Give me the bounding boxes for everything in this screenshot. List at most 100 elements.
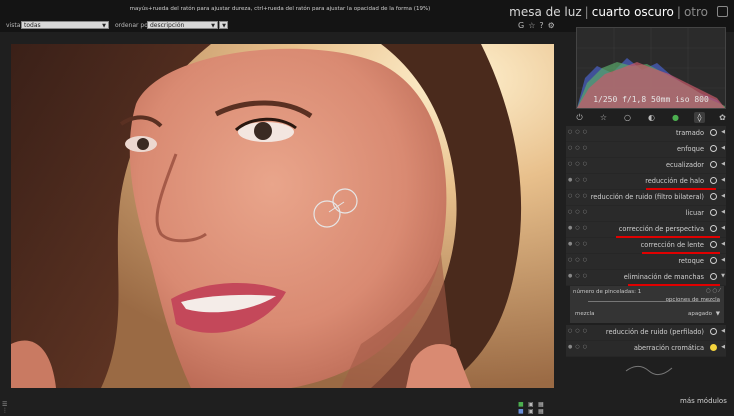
module-toggle-icons[interactable]: ○○○ — [568, 145, 590, 151]
module-row[interactable]: ○○○ reducción de ruido (filtro bilateral… — [566, 190, 726, 206]
panel-end-ornament — [625, 366, 673, 376]
help-icon[interactable]: ? — [539, 21, 547, 30]
expand-triangle-icon[interactable]: ◀ — [721, 129, 725, 135]
expand-triangle-icon[interactable]: ◀ — [721, 161, 725, 167]
chevron-down-icon[interactable]: ▼ — [716, 311, 720, 317]
highlight-underline — [646, 188, 716, 190]
view-filter-value: todas — [24, 22, 41, 29]
sort-value: descripción — [150, 22, 185, 29]
portrait-photo — [11, 44, 554, 388]
grouping-icon[interactable]: G — [518, 21, 528, 30]
settings-icon[interactable]: ✿ — [717, 112, 728, 123]
module-name: corrección de perspectiva — [618, 225, 704, 233]
spot-removal-panel: número de pinceladas: 1 ○ ○ ⁄ opciones d… — [570, 286, 724, 323]
chevron-down-icon: ▼ — [211, 23, 215, 29]
module-toggle-icons[interactable]: ●○○ — [568, 177, 590, 183]
sort-order-icon: ▼ — [222, 23, 226, 29]
blend-value[interactable]: apagado — [688, 311, 712, 317]
power-icon[interactable]: ⏻ — [574, 112, 585, 123]
module-row[interactable]: ○○○ licuar ◀ — [566, 206, 726, 222]
bottom-left-icons[interactable]: ☰ ⋮ — [2, 402, 8, 414]
module-toggle-icons[interactable]: ●○○ — [568, 273, 590, 279]
view-filter-select[interactable]: todas ▼ — [21, 21, 109, 29]
star-icon[interactable]: ☆ — [598, 112, 609, 123]
view-switcher: mesa de luz | cuarto oscuro | otro — [509, 5, 708, 19]
image-canvas[interactable] — [11, 44, 554, 388]
module-toggle-icons[interactable]: ○○○ — [568, 193, 590, 199]
chevron-down-icon: ▼ — [102, 23, 106, 29]
view-other[interactable]: otro — [684, 5, 708, 19]
module-icon — [710, 145, 717, 152]
focus-peaking-icon[interactable]: ▦ — [538, 409, 544, 415]
module-name: ecualizador — [666, 161, 704, 169]
blend-options-label[interactable]: opciones de mezcla — [666, 297, 720, 303]
histogram[interactable]: 1/250 f/1,8 50mm iso 800 — [576, 27, 726, 109]
strokes-count: número de pinceladas: 1 — [573, 289, 642, 295]
module-toggle-icons[interactable]: ●○○ — [568, 344, 590, 350]
module-row[interactable]: ●○○ aberración cromática ◀ — [566, 341, 726, 357]
expand-triangle-icon[interactable]: ◀ — [721, 257, 725, 263]
expand-triangle-icon[interactable]: ◀ — [721, 145, 725, 151]
module-name: retoque — [678, 257, 704, 265]
sort-label: ordenar por — [115, 22, 151, 29]
gamut-check-icon[interactable]: ■ — [518, 409, 524, 415]
module-icon — [710, 177, 717, 184]
expand-triangle-icon[interactable]: ◀ — [721, 328, 725, 334]
module-name: licuar — [685, 209, 704, 217]
star-overlay-icon[interactable]: ☆ — [528, 21, 539, 30]
module-toggle-icons[interactable]: ●○○ — [568, 241, 590, 247]
module-icon — [710, 225, 717, 232]
module-toggle-icons[interactable]: ○○○ — [568, 129, 590, 135]
module-toggle-icons[interactable]: ○○○ — [568, 161, 590, 167]
highlight-underline — [642, 252, 720, 254]
module-row[interactable]: ○○○ retoque ◀ — [566, 254, 726, 270]
module-toggle-icons[interactable]: ○○○ — [568, 209, 590, 215]
module-row[interactable]: ○○○ tramado ◀ — [566, 126, 726, 142]
view-separator: | — [676, 5, 681, 19]
module-icon — [710, 193, 717, 200]
panel-toggle-icon[interactable] — [717, 6, 728, 17]
module-toggle-icons[interactable]: ●○○ — [568, 225, 590, 231]
expand-triangle-icon[interactable]: ◀ — [721, 177, 725, 183]
half-circle-icon[interactable]: ◐ — [646, 112, 657, 123]
color-icon[interactable]: ● — [670, 112, 681, 123]
expand-triangle-icon[interactable]: ◀ — [721, 225, 725, 231]
expand-triangle-icon[interactable]: ▼ — [721, 273, 725, 279]
module-group-tabs: ⏻ ☆ ○ ◐ ● ◊ ✿ — [566, 110, 734, 126]
module-name: tramado — [675, 129, 704, 137]
module-toggle-icons[interactable]: ○○○ — [568, 257, 590, 263]
blend-label: mezcla — [575, 311, 595, 317]
gear-icon[interactable]: ⚙ — [548, 21, 559, 30]
view-filter-label: vista — [6, 22, 21, 29]
module-name: aberración cromática — [633, 344, 704, 352]
module-row[interactable]: ○○○ ecualizador ◀ — [566, 158, 726, 174]
module-icon — [710, 257, 717, 264]
module-toggle-icons[interactable]: ○○○ — [568, 328, 590, 334]
raw-overexposed-icon[interactable]: ▣ — [528, 409, 534, 415]
expand-triangle-icon[interactable]: ◀ — [721, 344, 725, 350]
sort-select[interactable]: descripción ▼ — [147, 21, 218, 29]
module-name: corrección de lente — [640, 241, 704, 249]
expand-triangle-icon[interactable]: ◀ — [721, 193, 725, 199]
module-name: reducción de halo — [645, 177, 704, 185]
expand-triangle-icon[interactable]: ◀ — [721, 209, 725, 215]
shape-icons[interactable]: ○ ○ ⁄ — [706, 288, 720, 294]
view-lighttable[interactable]: mesa de luz — [509, 5, 582, 19]
exif-info: 1/250 f/1,8 50mm iso 800 — [593, 95, 709, 104]
module-icon — [710, 273, 717, 280]
module-row[interactable]: ○○○ enfoque ◀ — [566, 142, 726, 158]
expand-triangle-icon[interactable]: ◀ — [721, 241, 725, 247]
top-tool-icons: G☆?⚙ — [518, 21, 559, 30]
module-row[interactable]: ○○○ reducción de ruido (perfilado) ◀ — [566, 325, 726, 341]
module-name: enfoque — [676, 145, 704, 153]
sort-order-toggle[interactable]: ▼ — [219, 21, 228, 29]
effect-icon[interactable]: ◊ — [694, 112, 705, 123]
module-icon — [710, 129, 717, 136]
more-modules-button[interactable]: más módulos — [680, 397, 727, 405]
circle-icon[interactable]: ○ — [622, 112, 633, 123]
view-darkroom[interactable]: cuarto oscuro — [592, 5, 674, 19]
module-icon — [710, 161, 717, 168]
module-icon — [710, 209, 717, 216]
hint-text: mayús+rueda del ratón para ajustar durez… — [129, 6, 431, 12]
view-separator: | — [584, 5, 589, 19]
